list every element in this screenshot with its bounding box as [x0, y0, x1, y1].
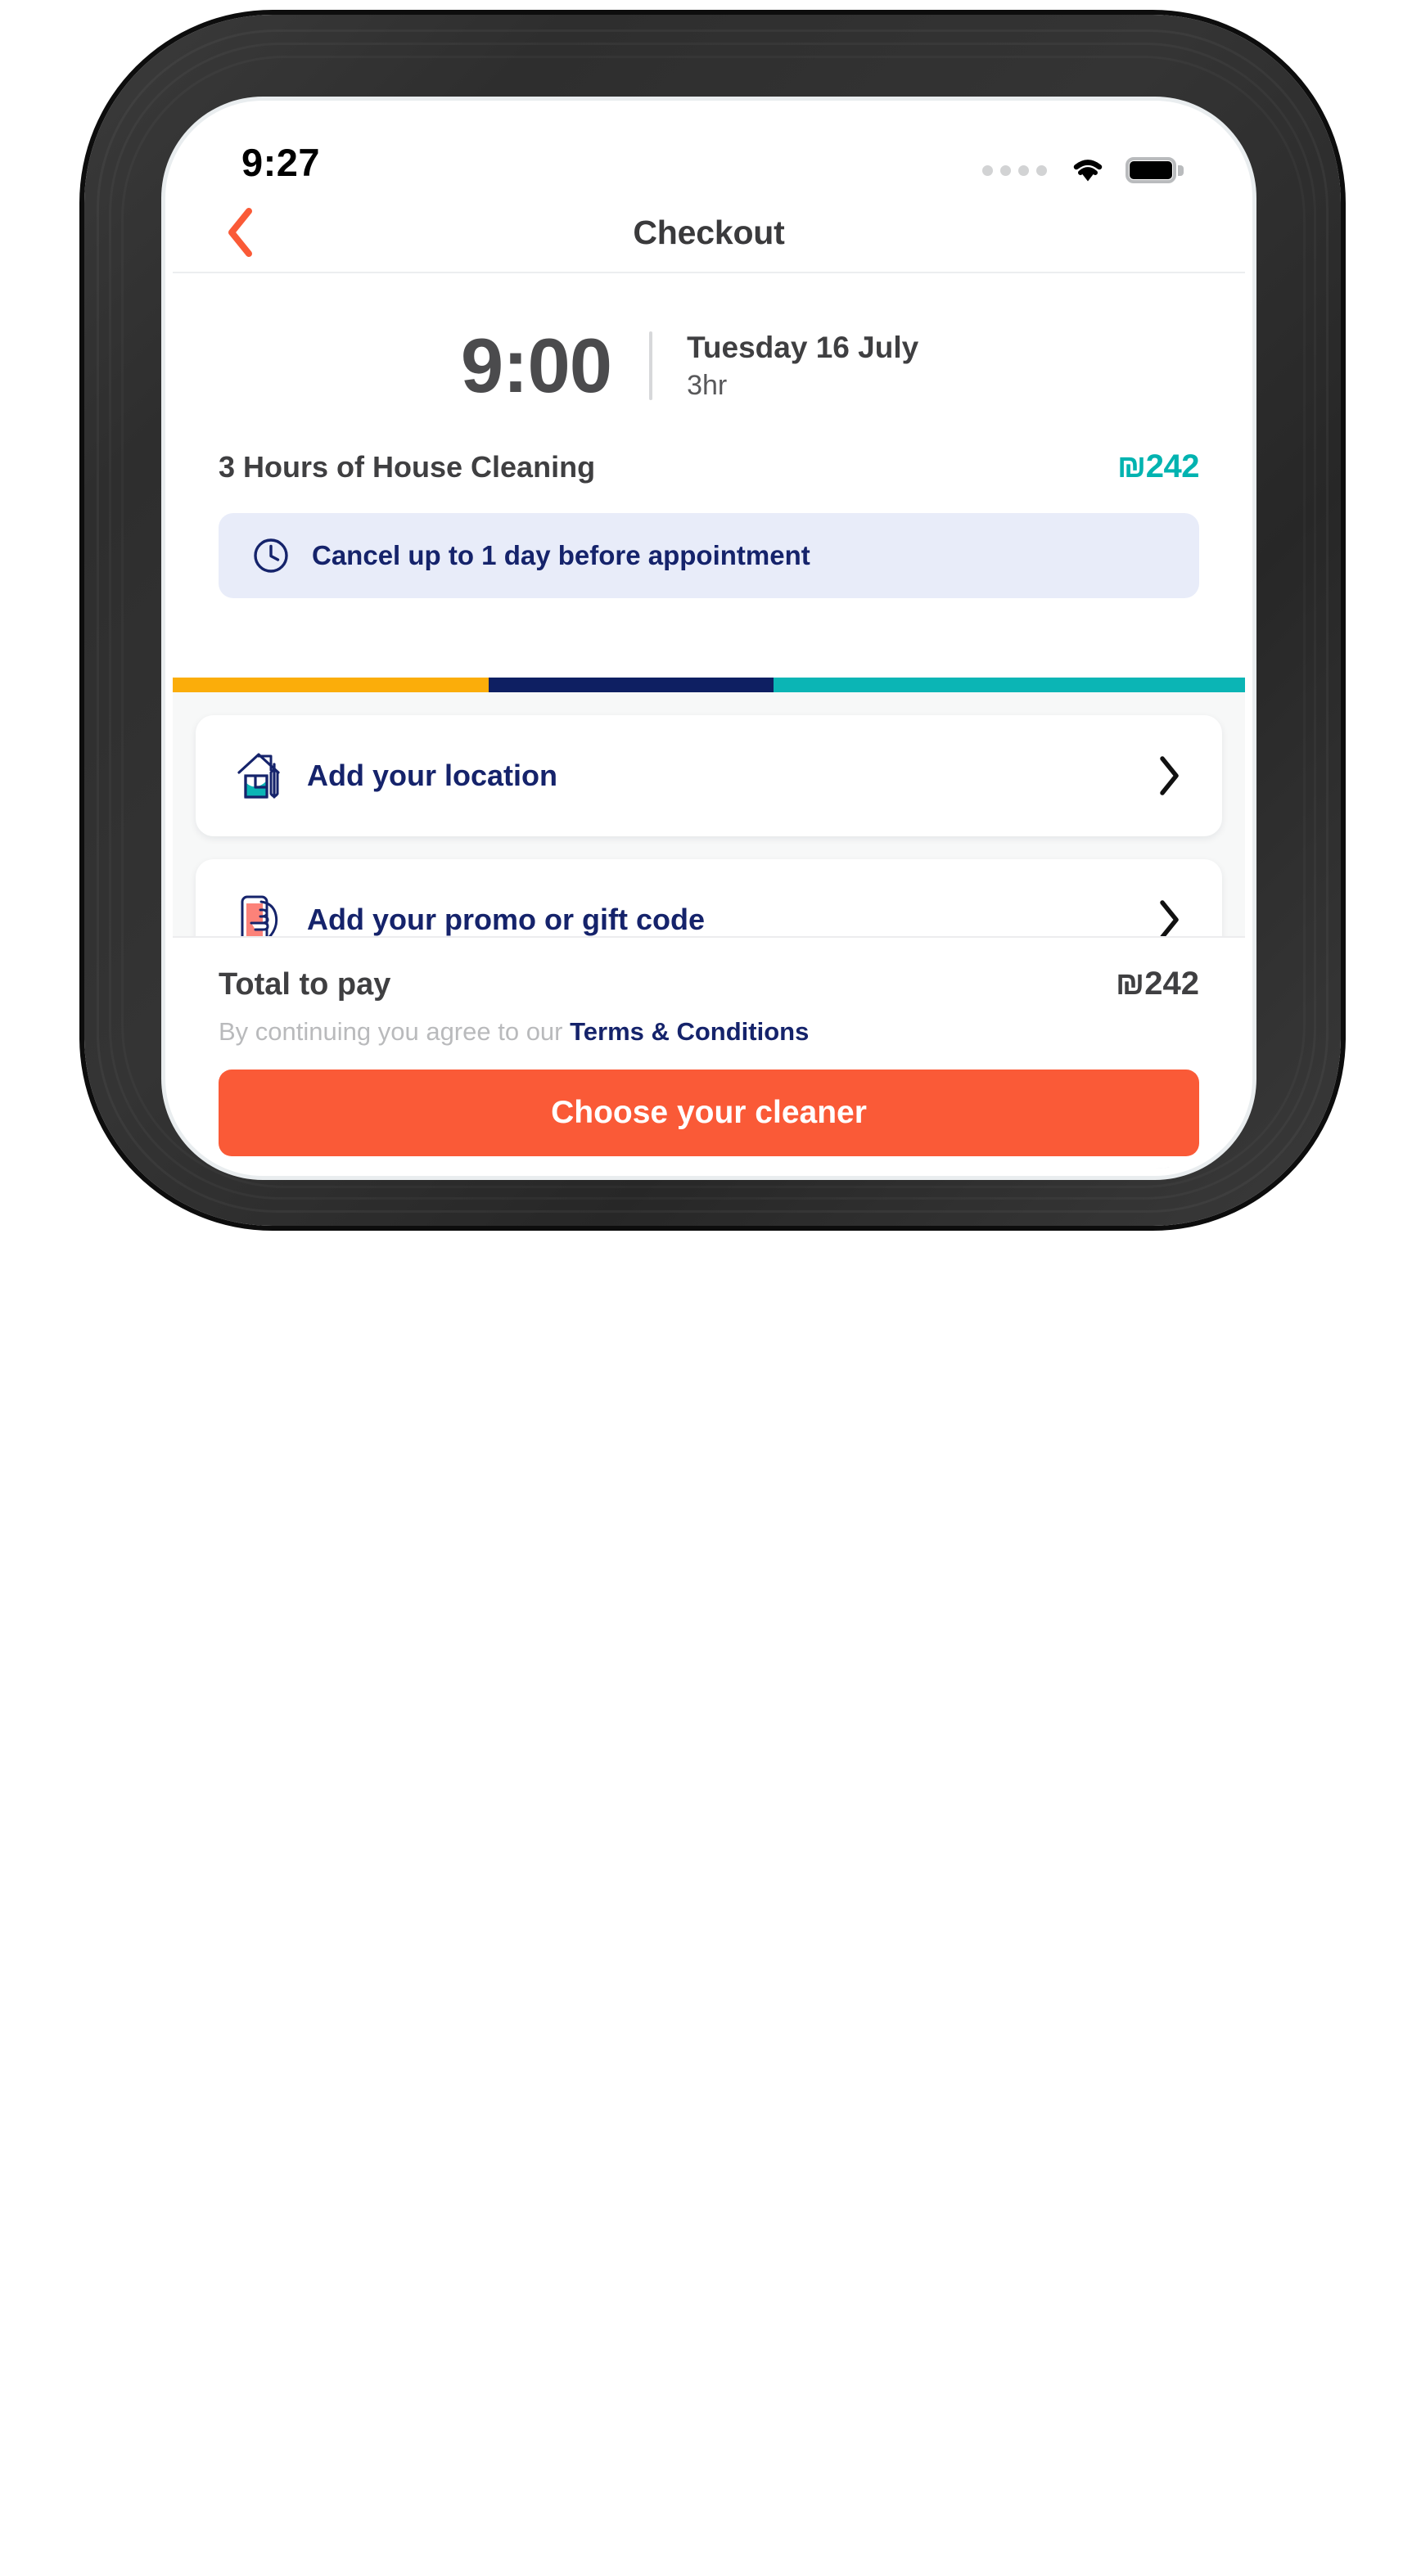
- progress-segment-2: [489, 678, 774, 692]
- chevron-right-icon: [1150, 900, 1188, 939]
- phone-screen: 9:27 Checkout 9:00 Tuesday 16 July 3hr 3…: [173, 108, 1245, 1169]
- service-name: 3 Hours of House Cleaning: [219, 449, 596, 484]
- appointment-time-row: 9:00 Tuesday 16 July 3hr: [173, 313, 1245, 411]
- appointment-time: 9:00: [460, 322, 612, 408]
- checkout-footer: Total to pay ₪242 By continuing you agre…: [173, 936, 1245, 1169]
- service-row: 3 Hours of House Cleaning ₪242: [173, 411, 1245, 485]
- status-bar-indicators: [982, 155, 1184, 185]
- terms-row: By continuing you agree to our Terms & C…: [219, 1017, 1199, 1047]
- checkout-progress-bar: [173, 678, 1245, 692]
- appointment-summary: 9:00 Tuesday 16 July 3hr 3 Hours of Hous…: [173, 275, 1245, 598]
- house-icon: [225, 741, 295, 811]
- progress-segment-3: [773, 678, 1245, 692]
- screenshot-root: 9:27 Checkout 9:00 Tuesday 16 July 3hr 3…: [0, 0, 1412, 2576]
- option-label: Add your promo or gift code: [307, 903, 705, 936]
- option-label: Add your location: [307, 759, 557, 792]
- clock-icon: [254, 538, 288, 573]
- total-value: ₪242: [1115, 966, 1199, 1002]
- battery-full-icon: [1126, 157, 1184, 183]
- chevron-right-icon: [1150, 756, 1188, 795]
- chevron-left-icon: [228, 208, 252, 257]
- service-price: ₪242: [1117, 448, 1200, 484]
- checkout-options-list: Add your location Add your promo or gift…: [173, 692, 1245, 1169]
- total-row: Total to pay ₪242: [219, 966, 1199, 1002]
- progress-segment-1: [173, 678, 489, 692]
- wifi-icon: [1068, 155, 1107, 185]
- terms-prefix: By continuing you agree to our: [219, 1017, 571, 1046]
- page-title: Checkout: [633, 213, 785, 251]
- total-label: Total to pay: [219, 967, 391, 1002]
- back-button[interactable]: [214, 206, 266, 259]
- status-bar: 9:27: [173, 108, 1245, 193]
- signal-dots-icon: [982, 164, 1047, 176]
- cancellation-policy-banner: Cancel up to 1 day before appointment: [219, 513, 1199, 598]
- appointment-date-block: Tuesday 16 July 3hr: [687, 331, 957, 402]
- terms-and-conditions-link[interactable]: Terms & Conditions: [570, 1017, 809, 1046]
- status-bar-time: 9:27: [241, 141, 321, 184]
- summary-divider: [649, 331, 653, 400]
- navigation-bar: Checkout: [173, 193, 1245, 273]
- option-add-location[interactable]: Add your location: [196, 715, 1222, 836]
- cancellation-policy-text: Cancel up to 1 day before appointment: [312, 540, 810, 570]
- appointment-duration: 3hr: [687, 369, 728, 401]
- choose-your-cleaner-button[interactable]: Choose your cleaner: [219, 1070, 1199, 1156]
- appointment-date: Tuesday 16 July: [687, 330, 919, 364]
